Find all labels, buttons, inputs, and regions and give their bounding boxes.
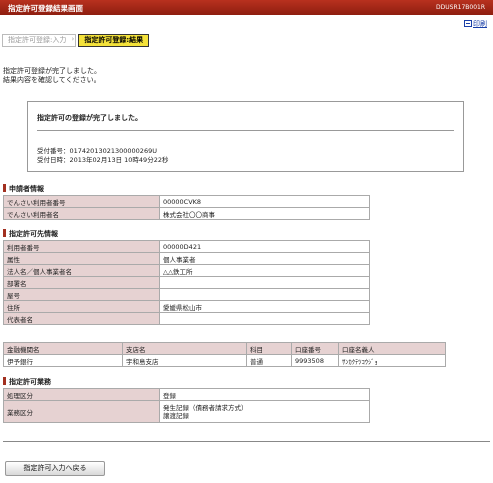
user-number-label: 利用者番号 <box>3 240 160 253</box>
applicant-number-value: 00000CVK8 <box>159 195 370 208</box>
print-icon <box>464 20 472 27</box>
table-row: 法人名／個人事業者名 △△鉄工所 <box>3 264 370 277</box>
table-row: 属性 個人事業者 <box>3 252 370 265</box>
account-holder-header: 口座名義人 <box>338 342 446 355</box>
bank-name-value: 伊予銀行 <box>3 354 123 367</box>
table-row: 住所 愛媛県松山市 <box>3 300 370 313</box>
back-to-input-button[interactable]: 指定許可入力へ戻る <box>5 461 105 476</box>
receipt-datetime: 受付日時：2013年02月13日 10時49分22秒 <box>37 156 169 164</box>
business-type-line-2: 譲渡記録 <box>163 411 189 420</box>
screen-id: DDUSR17B001R <box>436 4 485 11</box>
table-row: 処理区分 登録 <box>3 388 370 401</box>
table-row: でんさい利用者名 株式会社〇〇商事 <box>3 207 370 220</box>
section-business-heading: 指定許可業務 <box>3 377 51 387</box>
table-header-row: 金融機関名 支店名 科目 口座番号 口座名義人 <box>3 342 446 355</box>
address-label: 住所 <box>3 300 160 313</box>
permit-table: 利用者番号 00000D421 属性 個人事業者 法人名／個人事業者名 △△鉄工所 部… <box>3 240 370 325</box>
applicant-name-label: でんさい利用者名 <box>3 207 160 220</box>
user-number-value: 00000D421 <box>159 240 370 253</box>
step-result: 指定許可登録:結果 <box>78 34 150 47</box>
representative-label: 代表者名 <box>3 312 160 325</box>
bank-account-table: 金融機関名 支店名 科目 口座番号 口座名義人 伊予銀行 宇和島支店 普通 99… <box>3 342 446 367</box>
table-row: 業務区分 発生記録（債務者請求方式） 譲渡記録 <box>3 400 370 423</box>
completion-message: 指定許可登録が完了しました。 結果内容を確認してください。 <box>3 67 101 85</box>
table-row: 利用者番号 00000D421 <box>3 240 370 253</box>
applicant-table: でんさい利用者番号 00000CVK8 でんさい利用者名 株式会社〇〇商事 <box>3 195 370 220</box>
business-table: 処理区分 登録 業務区分 発生記録（債務者請求方式） 譲渡記録 <box>3 388 370 423</box>
page-title: 指定許可登録結果画面 <box>8 4 83 13</box>
representative-value <box>159 312 370 325</box>
account-number-header: 口座番号 <box>291 342 339 355</box>
trade-name-value <box>159 288 370 301</box>
table-row: でんさい利用者番号 00000CVK8 <box>3 195 370 208</box>
title-bar: 指定許可登録結果画面 DDUSR17B001R <box>0 0 493 15</box>
step-input: 指定許可登録:入力 <box>2 34 77 47</box>
business-type-value: 発生記録（債務者請求方式） 譲渡記録 <box>159 400 370 423</box>
department-label: 部署名 <box>3 276 160 289</box>
business-type-label: 業務区分 <box>3 400 160 423</box>
print-link[interactable]: 印刷 <box>464 19 487 29</box>
branch-name-value: 宇和島支店 <box>122 354 247 367</box>
account-type-header: 科目 <box>246 342 292 355</box>
section-permit-heading: 指定許可先情報 <box>3 229 58 239</box>
footer-divider <box>3 441 490 442</box>
account-number-value: 9993508 <box>291 354 339 367</box>
print-label: 印刷 <box>473 20 487 28</box>
section-applicant-heading: 申請者情報 <box>3 184 44 194</box>
result-divider <box>37 130 454 131</box>
attribute-value: 個人事業者 <box>159 252 370 265</box>
process-type-value: 登録 <box>159 388 370 401</box>
table-row: 屋号 <box>3 288 370 301</box>
table-row: 伊予銀行 宇和島支店 普通 9993508 ｻﾝｶｸﾃﾂｺｳｼﾞｮ <box>3 354 446 367</box>
corp-name-value: △△鉄工所 <box>159 264 370 277</box>
message-line-1: 指定許可登録が完了しました。 <box>3 67 101 75</box>
account-type-value: 普通 <box>246 354 292 367</box>
applicant-name-value: 株式会社〇〇商事 <box>159 207 370 220</box>
process-type-label: 処理区分 <box>3 388 160 401</box>
table-row: 代表者名 <box>3 312 370 325</box>
applicant-number-label: でんさい利用者番号 <box>3 195 160 208</box>
bank-name-header: 金融機関名 <box>3 342 123 355</box>
result-box: 指定許可の登録が完了しました。 受付番号：0174201302130000026… <box>27 101 464 172</box>
message-line-2: 結果内容を確認してください。 <box>3 76 101 84</box>
trade-name-label: 屋号 <box>3 288 160 301</box>
step-indicator: 指定許可登録:入力 指定許可登録:結果 <box>2 34 150 47</box>
address-value: 愛媛県松山市 <box>159 300 370 313</box>
branch-name-header: 支店名 <box>122 342 247 355</box>
business-type-line-1: 発生記録（債務者請求方式） <box>163 403 248 412</box>
result-title: 指定許可の登録が完了しました。 <box>37 114 142 122</box>
department-value <box>159 276 370 289</box>
corp-name-label: 法人名／個人事業者名 <box>3 264 160 277</box>
attribute-label: 属性 <box>3 252 160 265</box>
account-holder-value: ｻﾝｶｸﾃﾂｺｳｼﾞｮ <box>338 354 446 367</box>
table-row: 部署名 <box>3 276 370 289</box>
